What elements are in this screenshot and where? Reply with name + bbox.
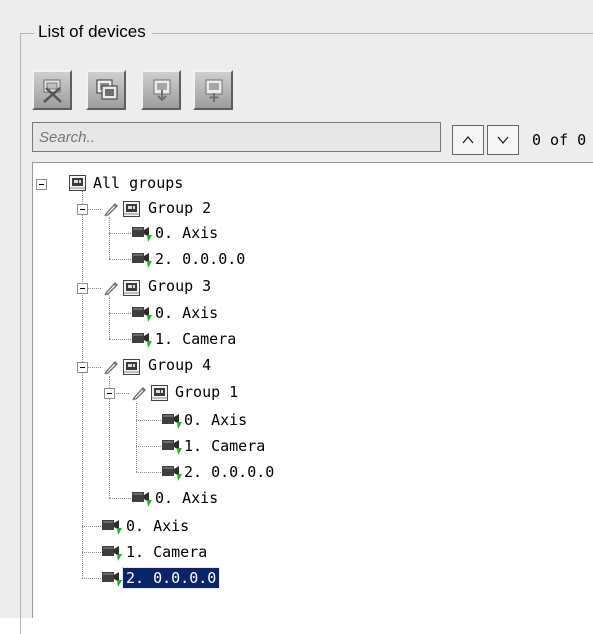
collapse-toggle[interactable]: [36, 179, 47, 190]
tree-connector: [114, 393, 129, 394]
tree-node-group-2[interactable]: Group 2: [145, 198, 214, 218]
import-tool-button[interactable]: [141, 70, 181, 110]
camera-icon: [161, 412, 183, 430]
tree-connector: [109, 297, 110, 339]
camera-icon: [101, 544, 123, 562]
tree-connector: [136, 403, 137, 472]
camera-icon: [101, 570, 123, 588]
chevron-down-icon: [497, 136, 509, 145]
camera-icon: [131, 225, 153, 243]
tree-connector: [109, 498, 131, 499]
tree-node-device[interactable]: 0. Axis: [152, 303, 221, 323]
device-tree[interactable]: All groups Group 2 0. Axis 2. 0.0.0.0 Group …: [32, 162, 593, 618]
tree-connector: [82, 578, 101, 579]
tree-connector: [87, 288, 101, 289]
tree-connector: [87, 367, 101, 368]
tree-connector: [136, 420, 161, 421]
group-icon: [123, 280, 140, 296]
camera-icon: [131, 305, 153, 323]
tree-node-group-3[interactable]: Group 3: [145, 276, 214, 296]
camera-icon: [131, 490, 153, 508]
group-icon: [123, 201, 140, 217]
disconnect-tool-button[interactable]: [32, 70, 72, 110]
import-icon: [153, 79, 171, 102]
tree-connector: [82, 526, 101, 527]
tree-connector: [87, 209, 101, 210]
camera-icon: [161, 464, 183, 482]
search-next-button[interactable]: [487, 125, 519, 155]
tree-node-all-groups[interactable]: All groups: [90, 173, 186, 193]
camera-icon: [131, 331, 153, 349]
tree-node-device[interactable]: 0. Axis: [181, 410, 250, 430]
tree-connector: [82, 191, 83, 578]
tree-node-device[interactable]: 1. Camera: [123, 542, 210, 562]
tree-connector: [109, 339, 131, 340]
edit-pencil-icon[interactable]: [103, 201, 119, 217]
group-icon: [123, 359, 140, 375]
search-result-counter: 0 of 0: [532, 131, 587, 149]
tree-node-device[interactable]: 1. Camera: [181, 436, 268, 456]
tree-connector: [136, 472, 161, 473]
add-tool-button[interactable]: [193, 70, 233, 110]
copy-tool-button[interactable]: [86, 70, 126, 110]
group-icon: [69, 175, 86, 191]
tree-node-device[interactable]: 0. Axis: [123, 516, 192, 536]
add-icon: [205, 79, 223, 102]
panel-title: List of devices: [34, 21, 152, 43]
devices-panel: List of devices Search.. 0 of 0 All grou…: [0, 0, 593, 634]
search-input[interactable]: [32, 122, 441, 152]
camera-icon: [101, 518, 123, 536]
wrench-icon: [43, 79, 62, 103]
search-previous-button[interactable]: [452, 125, 484, 155]
edit-pencil-icon[interactable]: [131, 385, 147, 401]
camera-icon: [131, 251, 153, 269]
tree-connector: [109, 217, 110, 259]
tree-node-device[interactable]: 1. Camera: [152, 329, 239, 349]
tree-connector: [109, 233, 131, 234]
tree-node-device[interactable]: 2. 0.0.0.0: [152, 249, 248, 269]
tree-connector: [136, 446, 161, 447]
tree-node-device[interactable]: 2. 0.0.0.0: [121, 567, 221, 589]
copy-icon: [96, 79, 118, 100]
tree-node-group-1[interactable]: Group 1: [172, 382, 241, 402]
edit-pencil-icon[interactable]: [103, 280, 119, 296]
chevron-up-icon: [462, 135, 474, 144]
tree-node-group-4[interactable]: Group 4: [145, 355, 214, 375]
tree-connector: [109, 259, 131, 260]
tree-connector: [109, 313, 131, 314]
tree-node-device[interactable]: 0. Axis: [152, 223, 221, 243]
tree-connector: [82, 552, 101, 553]
tree-node-device[interactable]: 0. Axis: [152, 488, 221, 508]
tree-node-device[interactable]: 2. 0.0.0.0: [181, 462, 277, 482]
group-icon: [151, 385, 168, 401]
camera-icon: [161, 438, 183, 456]
edit-pencil-icon[interactable]: [103, 359, 119, 375]
